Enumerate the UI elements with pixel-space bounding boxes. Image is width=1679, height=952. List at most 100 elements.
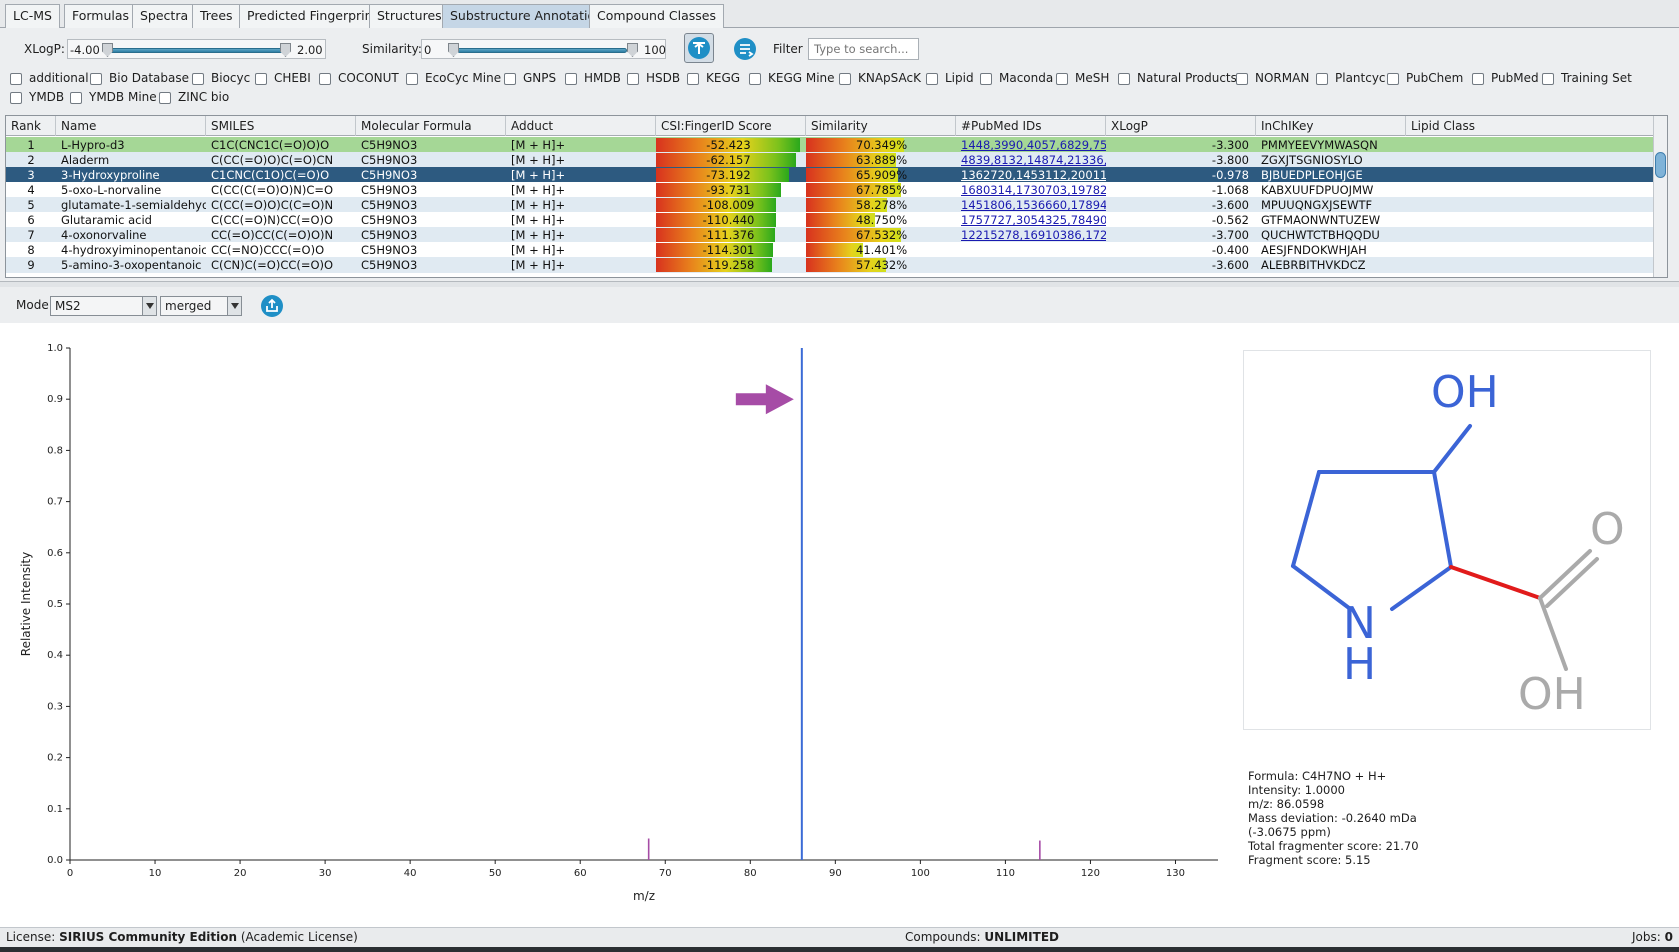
cell-pubmed[interactable]: 1757727,3054325,78490... [961,212,1106,228]
xlogp-range-slider[interactable]: -4.00 2.00 [67,39,326,59]
cell-smiles: C1C(CNC1C(=O)O)O [211,138,330,152]
cell-name: L-Hypro-d3 [61,138,125,152]
column-header-adduct[interactable]: Adduct [506,116,656,136]
column-header-smiles[interactable]: SMILES [206,116,356,136]
column-header-csi-score[interactable]: CSI:FingerID Score [656,116,806,136]
jobs-info: Jobs: 0 [1632,928,1673,947]
atom-label-oh-top: OH [1431,367,1499,418]
column-header-inchikey[interactable]: InChIKey [1256,116,1406,136]
cell-lipid [1411,152,1651,168]
jobs-label: Jobs: [1632,930,1661,944]
cell-pubmed[interactable] [961,257,1106,273]
database-filter-row-1: additional Bio Database Biocyc CHEBI COC… [0,71,1679,89]
tab-spectra[interactable]: Spectra [132,4,197,28]
table-row[interactable]: 6 Glutaramic acid C(CC(=O)N)CC(=O)O C5H9NO3… [6,212,1654,228]
cell-adduct: [M + H]+ [511,183,566,197]
cell-formula: C5H9NO3 [361,153,418,167]
table-row[interactable]: 8 4-hydroxyiminopentanoic ... CC(=NO)CCC(=… [6,242,1654,258]
pubmed-link[interactable]: 1680314,1730703,19782... [961,183,1106,197]
cell-lipid [1411,137,1651,153]
candidate-table: Rank Name SMILES Molecular Formula Adduc… [5,115,1668,278]
filter-structure-button[interactable] [684,33,714,63]
x-tick-label: 120 [1081,868,1100,879]
mode-select[interactable]: MS2 [50,296,157,316]
split-pane-divider[interactable] [0,281,1679,287]
column-header-rank[interactable]: Rank [6,116,56,136]
xlogp-min-thumb[interactable] [102,43,113,57]
column-header-formula[interactable]: Molecular Formula [356,116,506,136]
table-row[interactable]: 5 glutamate-1-semialdehyde C(CC(=O)O)C(C=O… [6,197,1654,213]
cell-pubmed[interactable]: 4839,8132,14874,21336,... [961,152,1106,168]
cell-formula: C5H9NO3 [361,243,418,257]
csi-score-value: -52.423 [706,138,751,152]
table-scrollbar[interactable] [1653,116,1667,277]
table-row[interactable]: 3 3-Hydroxyproline C1CNC(C1O)C(=O)O C5H9NO3… [6,167,1654,183]
cell-adduct: [M + H]+ [511,198,566,212]
column-header-lipid-class[interactable]: Lipid Class [1406,116,1654,136]
tab-substructure-annotation[interactable]: Substructure Annotation [442,4,612,28]
table-row[interactable]: 9 5-amino-3-oxopentanoic ... C(CN)C(=O)CC(… [6,257,1654,273]
similarity-value: 57.432% [856,258,908,272]
cell-pubmed[interactable]: 12215278,16910386,172... [961,227,1106,243]
cell-pubmed[interactable]: 1680314,1730703,19782... [961,182,1106,198]
similarity-max-thumb[interactable] [627,43,638,57]
ms2-spectrum-chart[interactable]: 0 10 20 30 40 50 60 70 80 90 100 110 120 130 0.0 0.1 0.2… [0,323,1240,927]
cell-lipid [1411,227,1651,243]
table-row[interactable]: 1 L-Hypro-d3 C1C(CNC1C(=O)O)O C5H9NO3 [M + H… [6,137,1654,153]
cell-pubmed[interactable]: 1448,3990,4057,6829,75... [961,137,1106,153]
total-fragmenter-score: Total fragmenter score: 21.70 [1248,839,1419,853]
pubmed-link[interactable]: 1451806,1536660,17894... [961,198,1106,212]
column-header-pubmed[interactable]: #PubMed IDs [956,116,1106,136]
cell-pubmed[interactable]: 1451806,1536660,17894... [961,197,1106,213]
pubmed-link[interactable]: 4839,8132,14874,21336,... [961,153,1106,167]
table-row[interactable]: 4 5-oxo-L-norvaline C(CC(C(=O)O)N)C=O C5H9N… [6,182,1654,198]
similarity-value: 63.889% [856,153,908,167]
cell-formula: C5H9NO3 [361,138,418,152]
similarity-range-slider[interactable]: 0 100 [421,39,666,59]
merge-select-value: merged [165,299,212,313]
cell-xlogp: -3.600 [1211,258,1249,272]
molecule-structure-drawing: OH O OH N H [1291,367,1625,720]
export-button[interactable] [261,295,283,317]
pubmed-link[interactable]: 1362720,1453112,20011... [961,168,1106,182]
y-tick-label: 0.6 [47,548,63,559]
similarity-bar: 70.349% [806,138,907,152]
y-tick-label: 0.8 [47,445,63,456]
csi-score-bar: -62.157 [656,153,796,167]
column-header-similarity[interactable]: Similarity [806,116,956,136]
y-tick-label: 1.0 [47,343,63,354]
list-settings-button[interactable] [734,38,756,60]
filter-search-input[interactable] [808,38,919,60]
table-header: Rank Name SMILES Molecular Formula Adduc… [6,116,1654,136]
column-header-xlogp[interactable]: XLogP [1106,116,1256,136]
tab-lcms[interactable]: LC-MS [5,4,60,28]
cell-name: Aladerm [61,153,110,167]
bond [1291,470,1321,568]
similarity-min-thumb[interactable] [448,43,459,57]
pubmed-link[interactable]: 12215278,16910386,172... [961,228,1106,242]
tab-predicted-fingerprint[interactable]: Predicted Fingerprint [239,4,386,28]
xlogp-max-thumb[interactable] [280,43,291,57]
table-scrollbar-thumb[interactable] [1655,152,1666,178]
column-header-name[interactable]: Name [56,116,206,136]
cell-pubmed[interactable] [961,242,1106,258]
table-row[interactable]: 2 Aladerm C(CC(=O)O)C(=O)CN C5H9NO3 [M + H]+… [6,152,1654,168]
database-filter-row-2: YMDB YMDB Mine ZINC bio [0,90,1679,108]
tab-structures[interactable]: Structures [369,4,450,28]
pubmed-link[interactable]: 1757727,3054325,78490... [961,213,1106,227]
license-info: License: SIRIUS Community Edition (Acade… [6,928,358,947]
pubmed-link[interactable]: 1448,3990,4057,6829,75... [961,138,1106,152]
cell-rank: 8 [27,243,35,257]
cell-pubmed[interactable]: 1362720,1453112,20011... [961,167,1106,183]
cell-formula: C5H9NO3 [361,183,418,197]
table-row[interactable]: 7 4-oxonorvaline CC(=O)CC(C(=O)O)N C5H9NO3 [… [6,227,1654,243]
cell-rank: 4 [27,183,35,197]
csi-score-bar: -93.731 [656,183,781,197]
tab-formulas[interactable]: Formulas [64,4,138,28]
merge-select[interactable]: merged [160,296,242,316]
tab-compound-classes[interactable]: Compound Classes [589,4,724,28]
substructure-filter-icon [688,37,710,59]
xlogp-min-value: -4.00 [70,43,100,57]
tab-trees[interactable]: Trees [192,4,241,28]
y-tick-label: 0.7 [47,497,63,508]
